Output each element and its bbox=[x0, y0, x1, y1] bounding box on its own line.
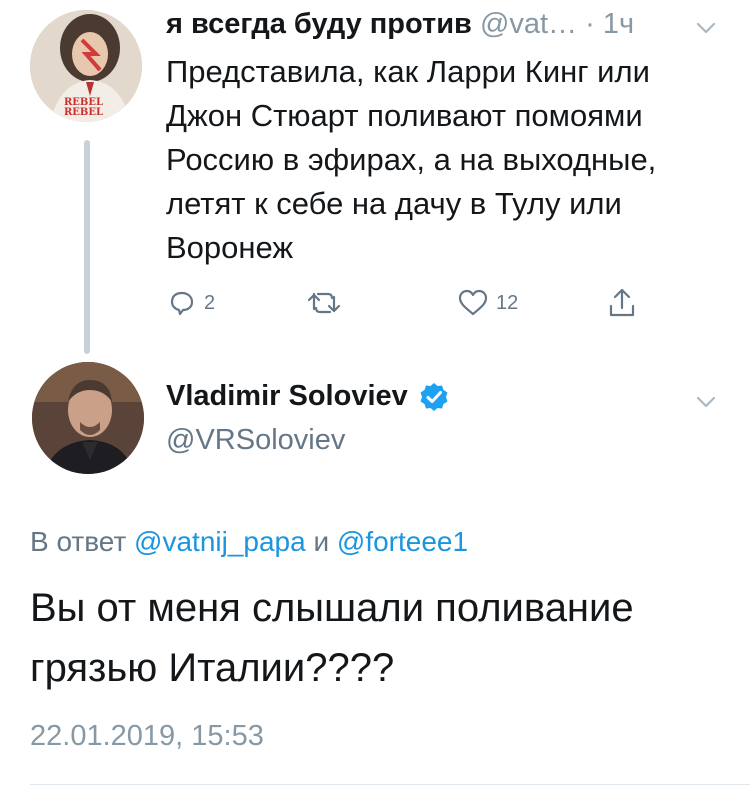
rebel-badge: REBEL REBEL bbox=[64, 97, 104, 118]
thread-connector-line bbox=[84, 140, 90, 354]
heart-icon bbox=[458, 289, 488, 316]
header-separator: · bbox=[585, 8, 595, 40]
reply-icon bbox=[170, 291, 194, 316]
reply-context: В ответ @vatnij_papa и @forteee1 bbox=[30, 526, 468, 558]
main-tweet-timestamp[interactable]: 22.01.2019, 15:53 bbox=[30, 720, 264, 753]
share-icon bbox=[609, 288, 635, 317]
share-button[interactable] bbox=[606, 285, 638, 321]
main-author-handle[interactable]: @VRSoloviev bbox=[166, 424, 345, 457]
reply-button[interactable]: 2 bbox=[166, 285, 215, 321]
verified-badge-icon bbox=[420, 382, 448, 411]
divider bbox=[30, 784, 750, 785]
chevron-down-icon bbox=[696, 22, 716, 34]
reply-user-link-2[interactable]: @forteee1 bbox=[337, 526, 468, 557]
parent-tweet-time[interactable]: 1ч bbox=[603, 8, 634, 40]
like-count: 12 bbox=[496, 291, 519, 314]
parent-author-handle[interactable]: @vat… bbox=[480, 8, 577, 40]
parent-menu-chevron[interactable] bbox=[694, 16, 718, 40]
reply-user-link-1[interactable]: @vatnij_papa bbox=[134, 526, 306, 557]
main-tweet-text: Вы от меня слышали поливание грязью Итал… bbox=[30, 586, 634, 690]
parent-action-bar: 2 12 bbox=[166, 285, 666, 325]
reply-prefix: В ответ bbox=[30, 526, 127, 557]
parent-tweet-header: я всегда буду против @vat… · 1ч bbox=[166, 8, 726, 48]
like-button[interactable]: 12 bbox=[456, 285, 518, 321]
main-author-name[interactable]: Vladimir Soloviev bbox=[166, 380, 408, 413]
main-avatar[interactable] bbox=[32, 362, 144, 474]
main-menu-chevron[interactable] bbox=[694, 390, 718, 414]
reply-conjunction: и bbox=[313, 526, 330, 557]
retweet-icon bbox=[307, 292, 341, 314]
parent-tweet-text: Представила, как Ларри Кинг или Джон Стю… bbox=[166, 54, 657, 265]
reply-count: 2 bbox=[204, 291, 216, 314]
chevron-down-icon bbox=[696, 396, 716, 408]
main-author[interactable]: Vladimir Soloviev bbox=[166, 380, 450, 413]
parent-author-name[interactable]: я всегда буду против bbox=[166, 8, 472, 40]
retweet-button[interactable] bbox=[306, 285, 348, 321]
main-avatar-image bbox=[32, 362, 144, 474]
parent-avatar[interactable]: REBEL REBEL bbox=[30, 10, 142, 122]
